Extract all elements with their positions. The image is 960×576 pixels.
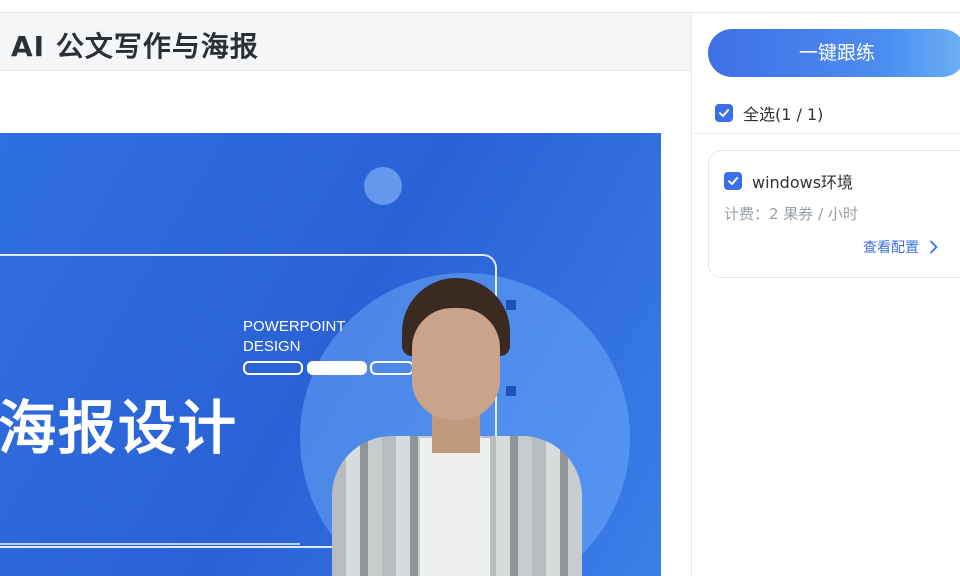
content-pane: AI 公文写作与海报 POWERPOINT DESIGN 海报设计: [0, 13, 691, 576]
checkbox-checked-icon[interactable]: [715, 104, 733, 122]
presenter-photo: [320, 278, 590, 576]
pixel-block: [506, 300, 516, 310]
course-banner-image: POWERPOINT DESIGN 海报设计: [0, 133, 661, 576]
presenter-shirt: [420, 438, 490, 576]
environment-row[interactable]: windows环境: [724, 169, 853, 193]
view-config-link[interactable]: 查看配置: [863, 237, 939, 257]
page-title: AI 公文写作与海报: [11, 30, 259, 63]
banner-headline: 海报设计: [0, 394, 239, 462]
presenter-face: [412, 308, 500, 420]
divider: [692, 133, 960, 134]
pixel-block: [506, 386, 516, 396]
select-all-label: 全选(1 / 1): [743, 105, 824, 124]
sidebar: 一键跟练 全选(1 / 1) windows环境 计费：2 果券 / 小时 查看…: [692, 13, 960, 576]
decor-line: [0, 543, 300, 545]
chevron-right-icon: [930, 240, 938, 254]
decor-circle: [364, 167, 402, 205]
select-all-row[interactable]: 全选(1 / 1): [715, 101, 823, 125]
view-config-label: 查看配置: [863, 240, 919, 256]
checkbox-checked-icon[interactable]: [724, 172, 742, 190]
top-edge: [0, 0, 960, 13]
title-bar: AI 公文写作与海报: [0, 13, 691, 71]
environment-price: 计费：2 果券 / 小时: [724, 205, 858, 223]
one-click-practice-button[interactable]: 一键跟练: [708, 29, 960, 77]
decor-pill: [243, 361, 303, 375]
environment-card[interactable]: windows环境 计费：2 果券 / 小时 查看配置: [708, 150, 960, 278]
environment-name: windows环境: [752, 173, 854, 192]
